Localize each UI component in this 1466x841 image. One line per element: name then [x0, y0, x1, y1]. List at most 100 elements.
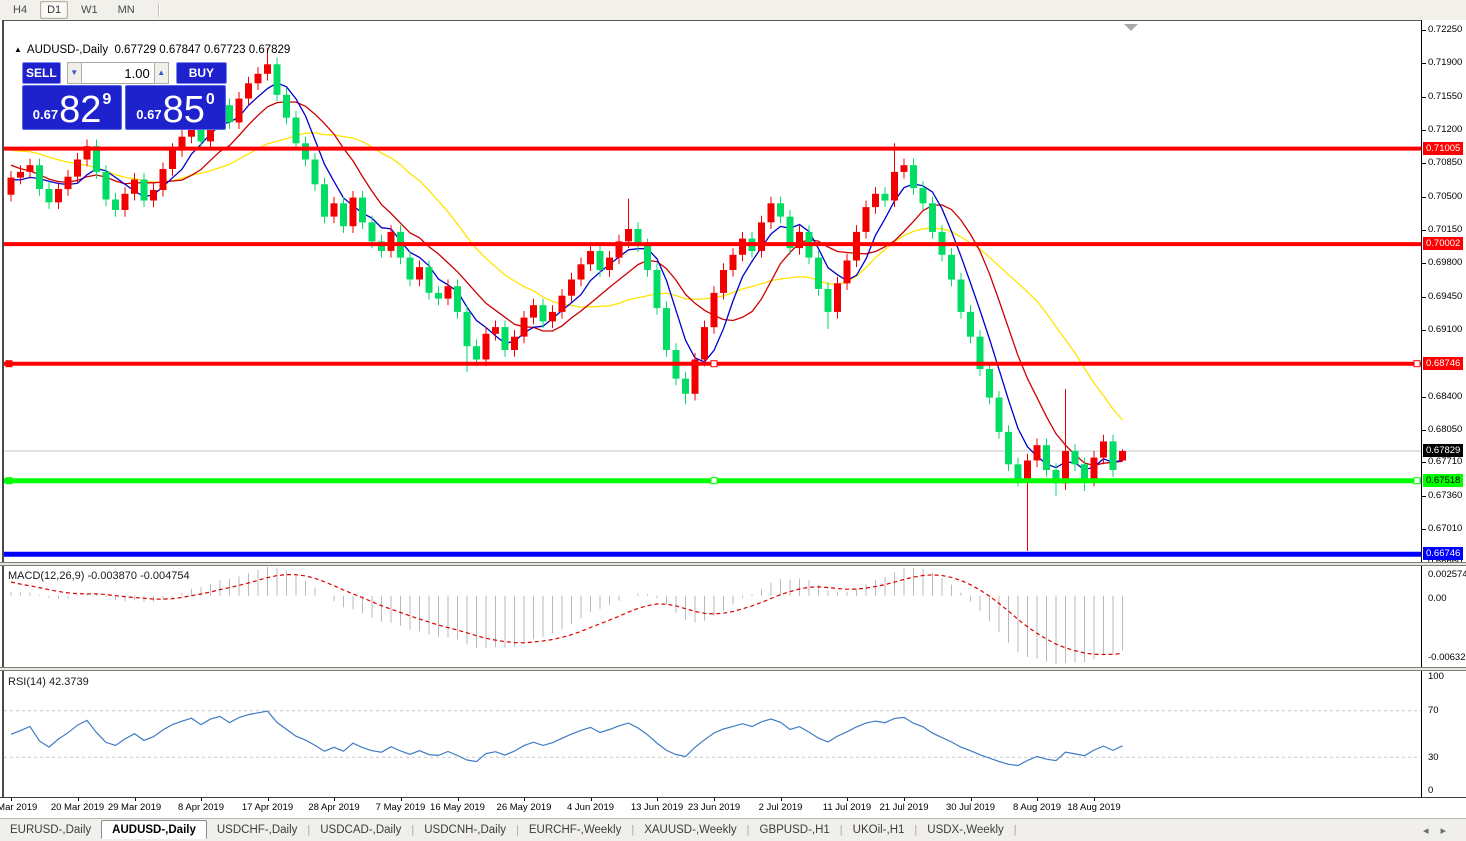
buy-price-pipette: 0 [206, 91, 215, 109]
axis-tick [1422, 496, 1426, 497]
price-tick-label: 0.70850 [1428, 157, 1462, 168]
collapse-arrow-icon[interactable]: ▲ [14, 45, 22, 54]
axis-tick [1422, 30, 1426, 31]
level-price-badge: 0.70002 [1423, 237, 1463, 250]
terminal-window: H4 D1 W1 MN ▲AUDUSD-,Daily 0.67729 0.67847 … [0, 0, 1466, 841]
timeframe-button-d1[interactable]: D1 [40, 1, 68, 19]
axis-tick [1422, 330, 1426, 331]
line-handle[interactable] [1414, 361, 1420, 367]
axis-tick [1422, 197, 1426, 198]
macd-tick-label: 0.002574 [1428, 569, 1466, 580]
line-handle[interactable] [711, 361, 717, 367]
tab-scroll-left-icon[interactable]: ◂ [1423, 825, 1441, 837]
date-tick-label: 11 Mar 2019 [0, 802, 37, 813]
pane-splitter[interactable] [0, 667, 1466, 671]
chart-tab-audusd-daily[interactable]: AUDUSD-,Daily [101, 820, 207, 839]
chart-window: ▲AUDUSD-,Daily 0.67729 0.67847 0.67723 0… [0, 20, 1466, 818]
date-tick-label: 18 Aug 2019 [1067, 802, 1120, 813]
line-handle[interactable] [6, 361, 12, 367]
date-tick [268, 798, 269, 801]
price-tick-label: 0.68400 [1428, 391, 1462, 402]
axis-tick [1422, 529, 1426, 530]
chart-tab-usdcnh-daily[interactable]: USDCNH-,Daily [414, 822, 516, 838]
buy-price-big-digits: 85 [163, 93, 205, 127]
chart-tab-eurusd-daily[interactable]: EURUSD-,Daily [0, 822, 101, 838]
buy-price-prefix: 0.67 [136, 107, 161, 122]
date-tick [1037, 798, 1038, 801]
date-tick [334, 798, 335, 801]
price-tick-label: 0.71550 [1428, 91, 1462, 102]
axis-tick [1422, 430, 1426, 431]
timeframe-button-h4[interactable]: H4 [6, 1, 34, 19]
timeframe-button-w1[interactable]: W1 [74, 1, 105, 19]
level-price-badge: 0.68746 [1423, 357, 1463, 370]
date-tick-label: 2 Jul 2019 [759, 802, 803, 813]
sell-price-pipette: 9 [102, 91, 111, 109]
axis-tick [1422, 462, 1426, 463]
line-handle[interactable] [1414, 478, 1420, 484]
line-handle[interactable] [711, 478, 717, 484]
date-tick [78, 798, 79, 801]
toolbar-separator [158, 3, 160, 17]
rsi-tick-label: 30 [1428, 752, 1439, 763]
current-price-badge: 0.67829 [1423, 444, 1463, 457]
sell-price-tile[interactable]: 0.67 82 9 [22, 85, 122, 130]
chart-tab-usdchf-daily[interactable]: USDCHF-,Daily [207, 822, 308, 838]
rsi-pane[interactable] [4, 672, 1421, 797]
date-tick-label: 8 Apr 2019 [178, 802, 224, 813]
price-tick-label: 0.69100 [1428, 324, 1462, 335]
date-tick-label: 17 Apr 2019 [242, 802, 293, 813]
chart-tab-usdcad-daily[interactable]: USDCAD-,Daily [310, 822, 411, 838]
timeframe-button-mn[interactable]: MN [111, 1, 142, 19]
price-tick-label: 0.70500 [1428, 191, 1462, 202]
price-tick-label: 0.71200 [1428, 124, 1462, 135]
axis-tick [1422, 397, 1426, 398]
volume-increase-button[interactable]: ▲ [154, 62, 169, 84]
sell-price-prefix: 0.67 [33, 107, 58, 122]
date-tick [401, 798, 402, 801]
price-axis[interactable]: 0.722500.719000.715500.712000.708500.705… [1421, 20, 1466, 798]
timeframe-toolbar: H4 D1 W1 MN [0, 0, 1466, 21]
chart-tab-ukoil-h1[interactable]: UKOil-,H1 [843, 822, 915, 838]
price-tick-label: 0.68050 [1428, 424, 1462, 435]
tab-separator: | [1014, 824, 1017, 836]
date-tick [591, 798, 592, 801]
date-tick-label: 23 Jun 2019 [688, 802, 740, 813]
tab-scroll-right-icon[interactable]: ▸ [1440, 825, 1458, 837]
chart-tab-xauusd-weekly[interactable]: XAUUSD-,Weekly [634, 822, 746, 838]
date-tick [524, 798, 525, 801]
date-tick [201, 798, 202, 801]
volume-decrease-button[interactable]: ▼ [67, 62, 82, 84]
rsi-indicator-label: RSI(14) 42.3739 [8, 676, 89, 688]
rsi-tick-label: 0 [1428, 785, 1433, 796]
price-tick-label: 0.67360 [1428, 490, 1462, 501]
chart-tab-bar: EURUSD-,DailyAUDUSD-,DailyUSDCHF-,Daily |… [0, 818, 1466, 841]
axis-tick [1422, 230, 1426, 231]
buy-button[interactable]: BUY [176, 62, 227, 84]
date-tick-label: 29 Mar 2019 [108, 802, 161, 813]
date-tick-label: 21 Jul 2019 [879, 802, 928, 813]
date-tick-label: 8 Aug 2019 [1013, 802, 1061, 813]
volume-input[interactable] [82, 62, 154, 84]
level-price-badge: 0.66746 [1423, 547, 1463, 560]
price-tick-label: 0.69450 [1428, 291, 1462, 302]
axis-tick [1422, 130, 1426, 131]
sell-price-big-digits: 82 [59, 93, 101, 127]
chart-tab-eurchf-weekly[interactable]: EURCHF-,Weekly [519, 822, 631, 838]
date-axis[interactable]: 11 Mar 2019 20 Mar 2019 29 Mar 2019 8 Apr 2… [0, 797, 1466, 818]
level-price-badge: 0.71005 [1423, 142, 1463, 155]
chart-tab-usdx-weekly[interactable]: USDX-,Weekly [917, 822, 1013, 838]
date-tick [781, 798, 782, 801]
buy-price-tile[interactable]: 0.67 85 0 [125, 85, 226, 130]
line-handle[interactable] [6, 478, 12, 484]
date-tick [904, 798, 905, 801]
date-tick-label: 20 Mar 2019 [51, 802, 104, 813]
macd-pane[interactable] [4, 566, 1421, 667]
ma-fast-line [11, 83, 1123, 470]
sell-button[interactable]: SELL [22, 62, 61, 84]
autoscroll-marker-icon[interactable] [1124, 24, 1138, 31]
date-tick-label: 30 Jul 2019 [946, 802, 995, 813]
pane-splitter[interactable] [0, 562, 1466, 566]
chart-tab-gbpusd-h1[interactable]: GBPUSD-,H1 [750, 822, 840, 838]
axis-tick [1422, 97, 1426, 98]
